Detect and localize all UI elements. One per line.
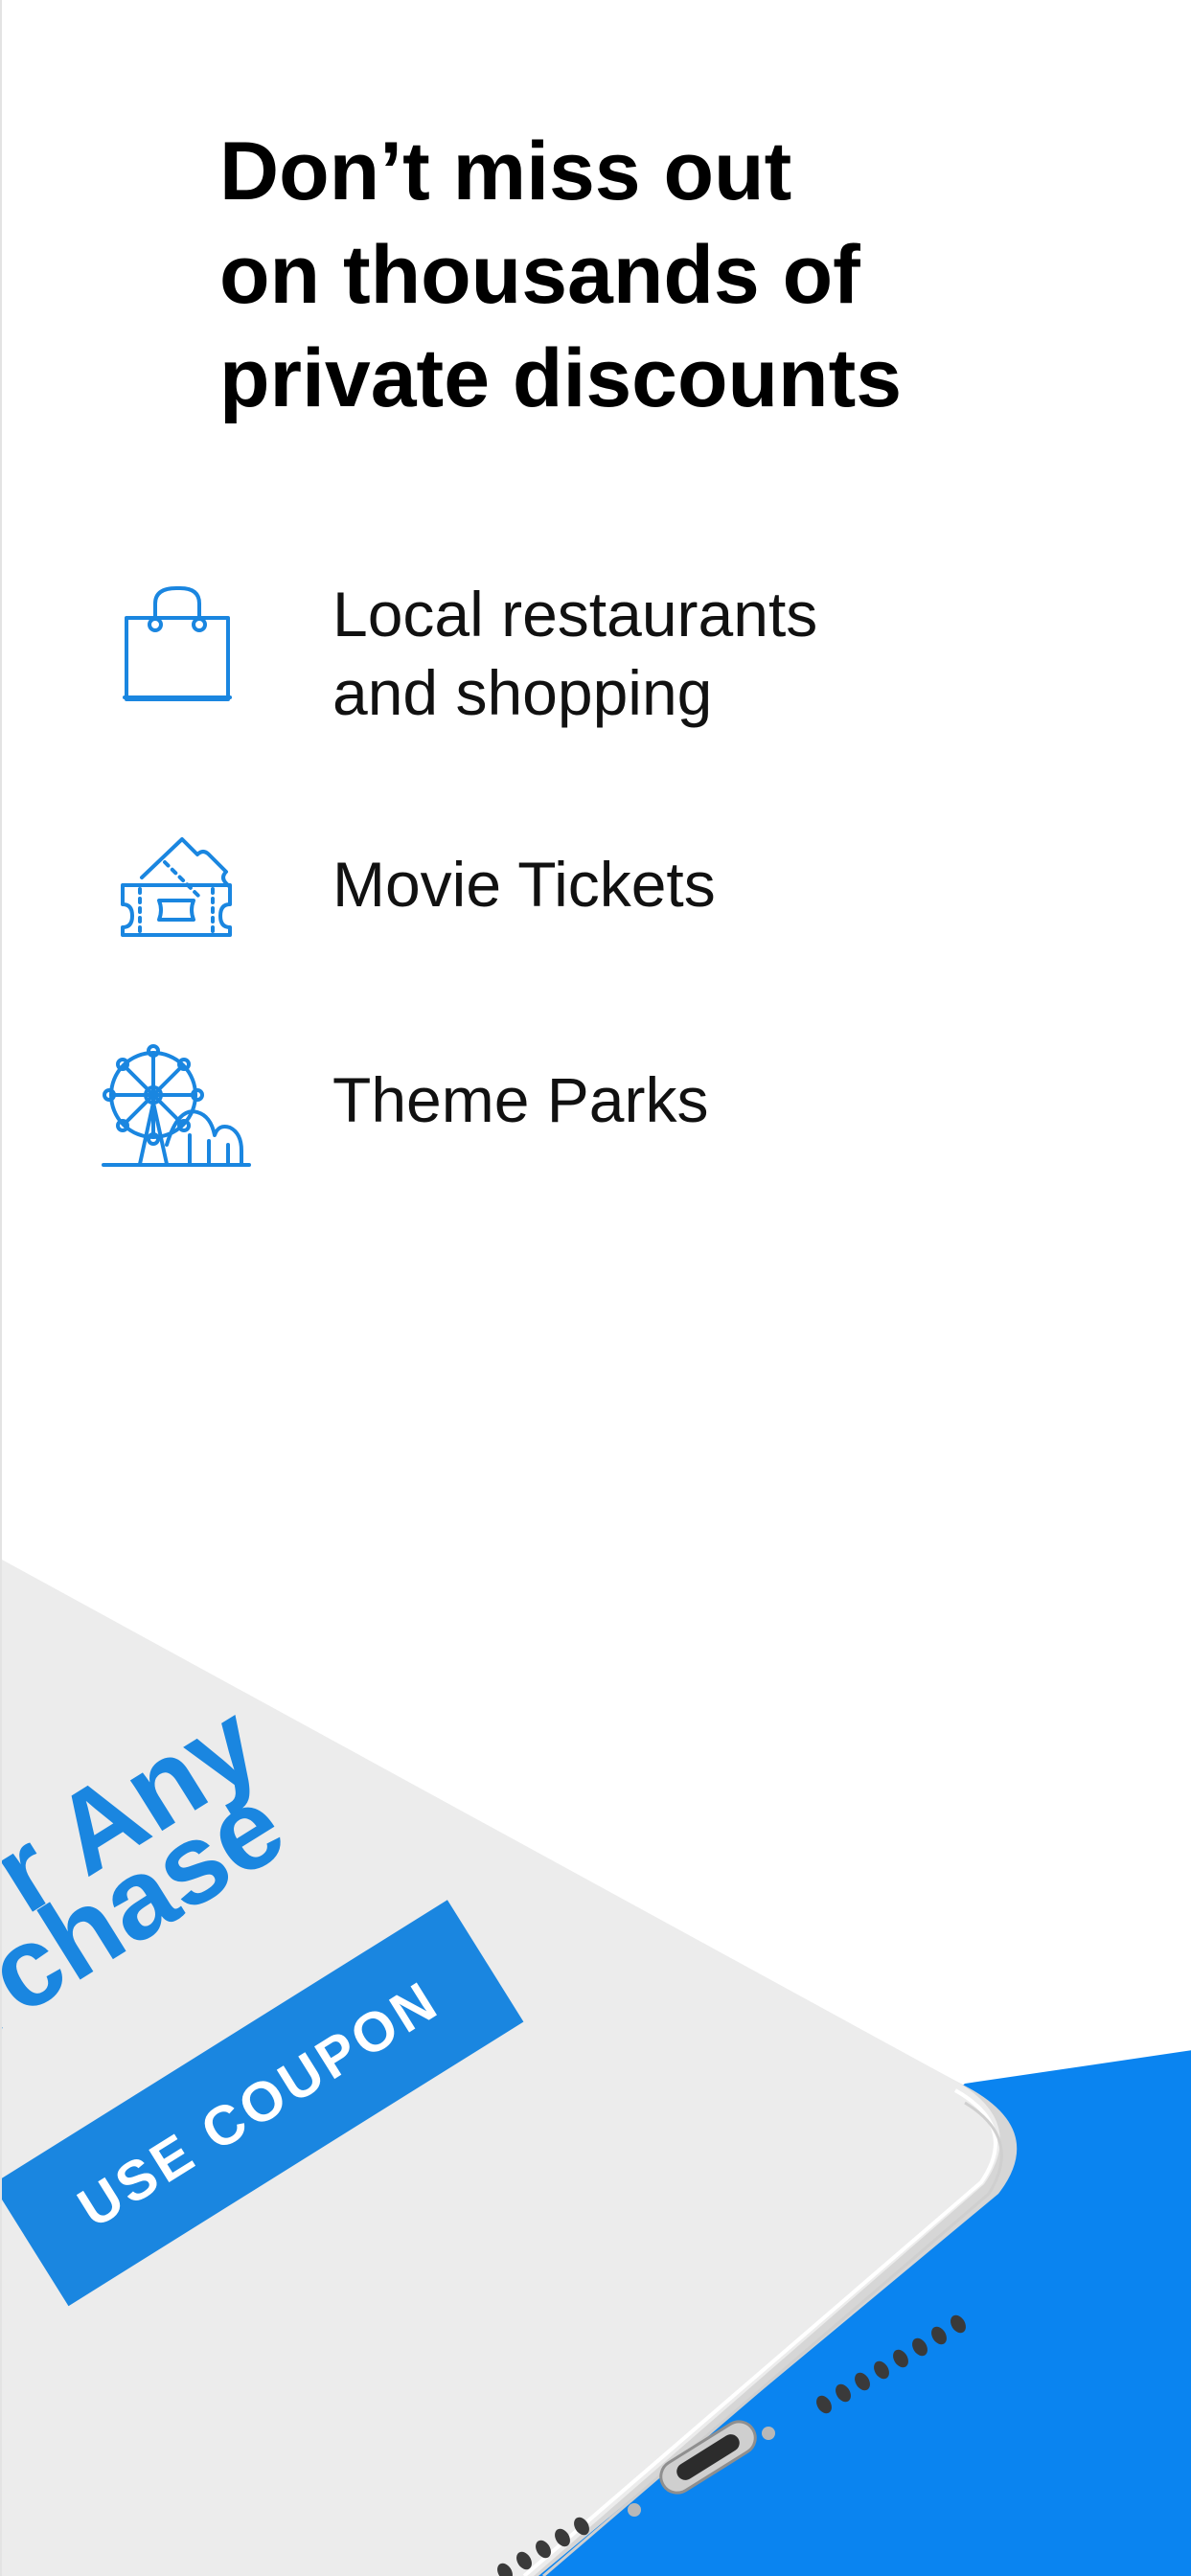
screw-icon [628, 2503, 641, 2517]
feature-label: Movie Tickets [332, 845, 716, 923]
promo-screen: Don’t miss out on thousands of private d… [0, 0, 1191, 2576]
feature-theme-parks: Theme Parks [98, 1039, 1056, 1202]
feature-label-line-1: Theme Parks [332, 1064, 709, 1135]
feature-label-line-1: Local restaurants [332, 579, 818, 650]
ticket-icon [98, 824, 261, 987]
feature-label: Local restaurants and shopping [332, 575, 817, 732]
headline-line-1: Don’t miss out [219, 125, 792, 217]
headline: Don’t miss out on thousands of private d… [219, 120, 1082, 430]
feature-label-line-1: Movie Tickets [332, 849, 716, 920]
phone-illustration: r Any rchase USE COUPON [2, 1560, 1191, 2576]
feature-label: Theme Parks [332, 1060, 708, 1139]
feature-restaurants-shopping: Local restaurants and shopping [98, 575, 1056, 738]
screw-icon [762, 2427, 775, 2440]
headline-line-3: private discounts [219, 332, 903, 424]
shopping-bag-icon [98, 575, 261, 738]
headline-line-2: on thousands of [219, 229, 860, 321]
feature-movie-tickets: Movie Tickets [98, 824, 1056, 987]
feature-label-line-2: and shopping [332, 657, 713, 728]
theme-park-icon [98, 1039, 261, 1202]
